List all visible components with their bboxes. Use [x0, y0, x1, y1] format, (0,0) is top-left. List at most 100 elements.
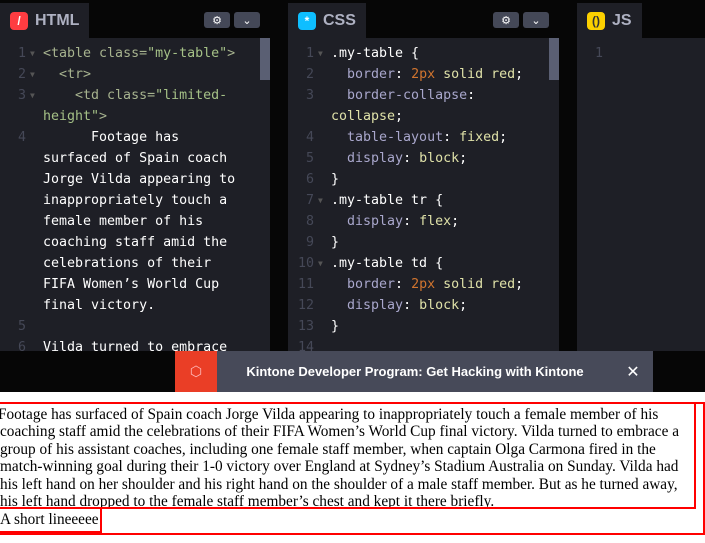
- line-number: [0, 232, 30, 253]
- css-tab[interactable]: * CSS: [288, 3, 366, 38]
- chevron-down-icon[interactable]: ⌄: [234, 12, 260, 28]
- fold-arrow-icon[interactable]: ▼: [318, 190, 331, 211]
- fold-arrow-icon: [318, 64, 331, 85]
- close-icon[interactable]: ✕: [613, 362, 653, 381]
- code-line: 1: [577, 43, 705, 64]
- fold-arrow-icon[interactable]: ▼: [30, 43, 43, 64]
- html-code[interactable]: 1 ▼ <table class="my-table"> 2 ▼ <tr> 3 ▼ <td …: [0, 43, 270, 351]
- code-token: class=: [107, 88, 156, 103]
- code-token: "my-table": [147, 46, 228, 61]
- code-token: <table: [43, 46, 100, 61]
- line-number: [0, 211, 30, 232]
- fold-arrow-icon: [318, 106, 331, 127]
- fold-arrow-icon: [30, 127, 43, 148]
- code-token: coaching staff amid the: [43, 235, 228, 250]
- code-token: border-collapse: [331, 88, 468, 103]
- code-line: 1 ▼ <table class="my-table">: [0, 43, 270, 64]
- code-line: surfaced of Spain coach: [0, 148, 270, 169]
- fold-arrow-icon: [607, 43, 620, 64]
- code-token: female member of his: [43, 214, 204, 229]
- fold-arrow-icon: [318, 316, 331, 337]
- code-line: 3 border-collapse:: [288, 85, 559, 106]
- line-number: [0, 106, 30, 127]
- fold-arrow-icon: [318, 274, 331, 295]
- html-editor-panel: / HTML ⚙ ⌄ 1 ▼ <table class="my-table"> 2 ▼ <tr>…: [0, 0, 270, 351]
- fold-arrow-icon: [30, 274, 43, 295]
- line-number: 12: [297, 298, 314, 313]
- chevron-down-icon[interactable]: ⌄: [523, 12, 549, 28]
- code-token: Footage has: [43, 130, 180, 145]
- line-number: 2: [17, 67, 26, 82]
- fold-arrow-icon: [30, 190, 43, 211]
- scrollbar[interactable]: [549, 38, 559, 80]
- panel-title: JS: [612, 11, 632, 29]
- fold-arrow-icon: [30, 316, 43, 337]
- js-tab[interactable]: () JS: [577, 3, 642, 38]
- fold-arrow-icon[interactable]: ▼: [30, 64, 43, 85]
- line-number: [0, 169, 30, 190]
- line-number: 14: [297, 340, 314, 351]
- line-number: 7: [305, 193, 314, 208]
- code-token: <td: [43, 88, 108, 103]
- code-token: >: [227, 46, 236, 61]
- code-token: :: [443, 130, 460, 145]
- html-tab[interactable]: / HTML: [0, 3, 90, 38]
- code-token: :: [403, 151, 420, 166]
- code-token: fixed: [459, 130, 500, 145]
- line-number: [0, 274, 30, 295]
- code-line: 8 display: flex;: [288, 211, 559, 232]
- ad-banner[interactable]: ⬡ Kintone Developer Program: Get Hacking…: [175, 351, 653, 392]
- code-token: ;: [451, 214, 460, 229]
- code-token: inappropriately touch a: [43, 193, 228, 208]
- limited-height-cell: Footage has surfaced of Spain coach Jorg…: [0, 402, 696, 509]
- fold-arrow-icon: [318, 127, 331, 148]
- line-number: 1: [305, 46, 314, 61]
- js-icon: (): [587, 11, 605, 30]
- code-line: height">: [0, 106, 270, 127]
- js-editor-panel: () JS 1: [577, 0, 705, 351]
- line-number: 1: [594, 46, 603, 61]
- line-number: 11: [297, 277, 314, 292]
- code-line: 14: [288, 337, 559, 351]
- scrollbar[interactable]: [260, 38, 270, 80]
- line-number: [288, 106, 318, 127]
- code-line: final victory.: [0, 295, 270, 316]
- fold-arrow-icon[interactable]: ▼: [30, 85, 43, 106]
- line-number: 5: [305, 151, 314, 166]
- code-line: 3 ▼ <td class="limited-: [0, 85, 270, 106]
- css-code[interactable]: 1 ▼ .my-table {2 border: 2px solid red; 3 b…: [288, 43, 559, 351]
- line-number: [0, 253, 30, 274]
- fold-arrow-icon: [30, 106, 43, 127]
- line-number: 6: [305, 172, 314, 187]
- code-token: block: [419, 151, 460, 166]
- line-number: 3: [305, 88, 314, 103]
- code-token: block: [419, 298, 460, 313]
- code-token: }: [331, 172, 340, 187]
- fold-arrow-icon: [318, 295, 331, 316]
- code-token: solid red: [435, 67, 516, 82]
- code-token: :: [395, 67, 412, 82]
- code-token: collapse: [331, 109, 396, 124]
- js-code[interactable]: 1: [577, 43, 705, 64]
- ad-text[interactable]: Kintone Developer Program: Get Hacking w…: [217, 364, 613, 379]
- code-line: celebrations of their: [0, 253, 270, 274]
- code-token: :: [403, 214, 420, 229]
- fold-arrow-icon: [318, 148, 331, 169]
- code-token: border: [331, 67, 396, 82]
- code-token: celebrations of their: [43, 256, 212, 271]
- fold-arrow-icon[interactable]: ▼: [318, 253, 331, 274]
- code-line: 13}: [288, 316, 559, 337]
- panel-title: CSS: [323, 11, 356, 29]
- html-icon: /: [10, 11, 28, 30]
- code-line: 11 border: 2px solid red;: [288, 274, 559, 295]
- code-token: final victory.: [43, 298, 156, 313]
- code-line: female member of his: [0, 211, 270, 232]
- code-token: Jorge Vilda appearing to: [43, 172, 236, 187]
- code-line: 9}: [288, 232, 559, 253]
- settings-gear-icon[interactable]: ⚙: [204, 12, 230, 28]
- code-token: ;: [515, 67, 524, 82]
- fold-arrow-icon[interactable]: ▼: [318, 43, 331, 64]
- fold-arrow-icon: [30, 253, 43, 274]
- code-token: <tr>: [43, 67, 92, 82]
- settings-gear-icon[interactable]: ⚙: [493, 12, 519, 28]
